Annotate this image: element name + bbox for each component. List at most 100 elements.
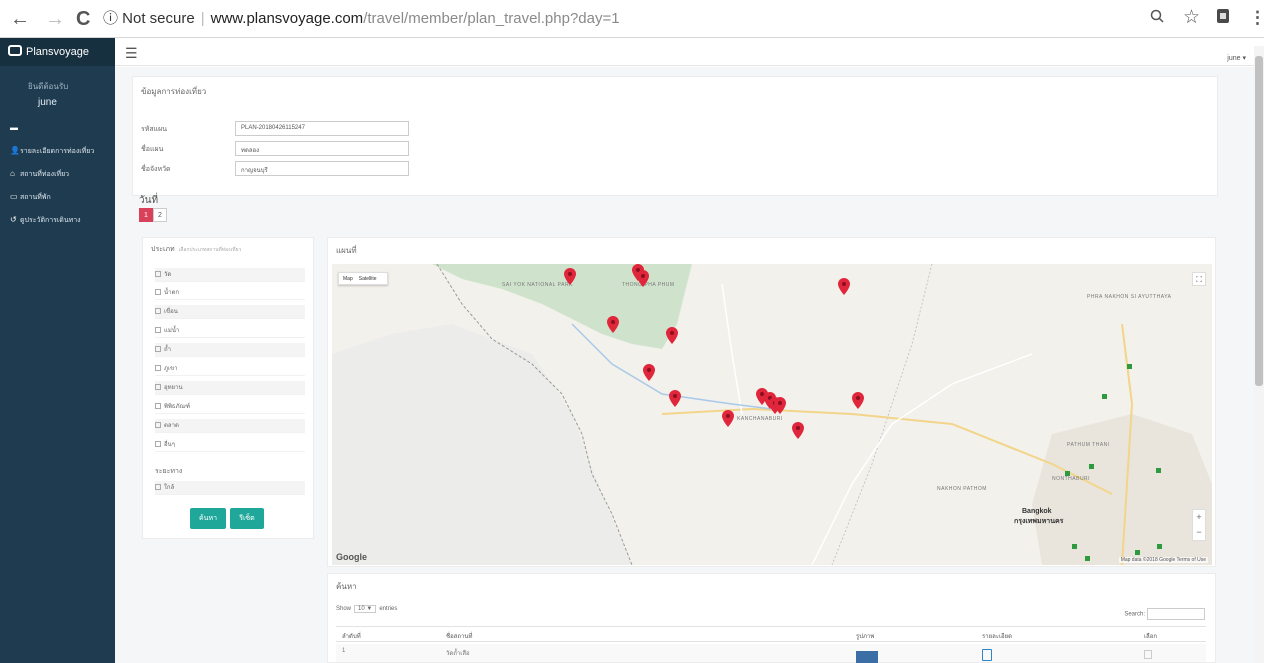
map-type-map[interactable]: Map <box>343 276 353 282</box>
column-header[interactable]: รูปภาพ <box>856 631 874 641</box>
search-button[interactable]: ค้นหา <box>190 508 226 529</box>
category-checkbox[interactable]: ภูเขา <box>155 362 305 376</box>
map-marker-icon[interactable] <box>774 397 786 414</box>
show-suffix: entries <box>379 606 398 612</box>
sidebar-item-attractions[interactable]: ⌂ สถานที่ท่องเที่ยว <box>0 162 115 185</box>
poi-marker-icon[interactable] <box>1102 394 1107 399</box>
map-marker-icon[interactable] <box>669 390 681 407</box>
zoom-control[interactable]: + − <box>1192 509 1206 541</box>
security-indicator[interactable]: ⓘ Not secure <box>103 10 195 27</box>
sidebar-item-trip-details[interactable]: 👤รายละเอียดการท่องเที่ยว <box>0 139 115 162</box>
poi-marker-icon[interactable] <box>1072 544 1077 549</box>
poi-marker-icon[interactable] <box>1065 471 1070 476</box>
sidebar-item-collapse[interactable]: ▬ <box>0 116 115 139</box>
checkbox-icon[interactable] <box>155 441 161 447</box>
sidebar-item-label: สถานที่ท่องเที่ยว <box>20 171 70 178</box>
map-marker-icon[interactable] <box>852 392 864 409</box>
zoom-in-icon[interactable]: + <box>1193 510 1205 525</box>
map-marker-icon[interactable] <box>666 327 678 344</box>
table-search: Search: <box>1124 608 1205 620</box>
map-marker-icon[interactable] <box>792 422 804 439</box>
entries-select[interactable]: 10 ▼ <box>354 605 377 613</box>
star-icon[interactable]: ☆ <box>1183 6 1200 29</box>
content-header: ☰ june ▾ <box>115 38 1264 66</box>
poi-marker-icon[interactable] <box>1089 464 1094 469</box>
checkbox-icon[interactable] <box>155 271 161 277</box>
category-checkbox[interactable]: พิพิธภัณฑ์ <box>155 400 305 414</box>
user-name: june <box>38 97 57 108</box>
poi-marker-icon[interactable] <box>1127 364 1132 369</box>
address-bar[interactable]: ⓘ Not secure | www.plansvoyage.com/travel/… <box>103 6 1203 32</box>
category-checkbox[interactable]: น้ำตก <box>155 286 305 300</box>
poi-marker-icon[interactable] <box>1085 556 1090 561</box>
document-icon[interactable] <box>982 649 992 661</box>
reset-button[interactable]: รีเซ็ต <box>230 508 264 529</box>
map-type-satellite[interactable]: Satellite <box>359 276 377 282</box>
place-thumbnail[interactable] <box>856 651 878 663</box>
plan-name-field[interactable]: ทดลอง <box>235 141 409 156</box>
map-marker-icon[interactable] <box>564 268 576 285</box>
map-label: PATHUM THANI <box>1067 442 1110 448</box>
poi-marker-icon[interactable] <box>1157 544 1162 549</box>
checkbox-icon[interactable] <box>155 365 161 371</box>
fullscreen-icon[interactable]: ⛶ <box>1192 272 1206 286</box>
category-label: พิพิธภัณฑ์ <box>164 404 191 410</box>
sidebar-item-accommodation[interactable]: ▭ สถานที่พัก <box>0 185 115 208</box>
kebab-icon[interactable]: ⋮ <box>1249 8 1264 28</box>
back-arrow-icon[interactable]: ← <box>10 8 30 31</box>
column-header[interactable]: รายละเอียด <box>982 631 1012 641</box>
reload-icon[interactable]: C <box>76 8 90 31</box>
map-marker-icon[interactable] <box>637 270 649 287</box>
google-logo[interactable]: Google <box>336 552 367 562</box>
map-attribution[interactable]: Map data ©2018 Google Terms of Use <box>1118 557 1208 563</box>
distance-option[interactable]: ใกล้ <box>155 481 305 495</box>
category-checkbox[interactable]: แม่น้ำ <box>155 324 305 338</box>
checkbox-icon[interactable] <box>155 422 161 428</box>
category-checkbox[interactable]: วัด <box>155 268 305 282</box>
column-header[interactable]: ลำดับที่ <box>342 631 361 641</box>
checkbox-icon[interactable] <box>155 346 161 352</box>
day-button-2[interactable]: 2 <box>153 208 167 222</box>
map-marker-icon[interactable] <box>607 316 619 333</box>
province-field[interactable]: กาญจนบุรี <box>235 161 409 176</box>
search-icon[interactable] <box>1150 8 1164 28</box>
extension-icon[interactable] <box>1216 8 1230 29</box>
google-map[interactable]: Map Satellite ⛶ + − SAI YOK NATIONAL PARK … <box>332 264 1212 565</box>
map-label: NONTHABURI <box>1052 476 1091 482</box>
poi-marker-icon[interactable] <box>1156 468 1161 473</box>
brand-logo[interactable]: Plansvoyage <box>0 38 115 66</box>
hamburger-icon[interactable]: ☰ <box>125 45 138 62</box>
category-checkbox[interactable]: ถ้ำ <box>155 343 305 357</box>
category-checkbox[interactable]: อื่นๆ <box>155 438 305 452</box>
day-button-1[interactable]: 1 <box>139 208 153 222</box>
table-row[interactable]: 1 วัดถ้ำเสือ <box>336 644 1206 663</box>
map-title: แผนที่ <box>336 246 357 255</box>
checkbox-icon[interactable] <box>155 327 161 333</box>
poi-marker-icon[interactable] <box>1135 550 1140 555</box>
map-panel: แผนที่ Map Satellite ⛶ + − SAI YOK NATIO… <box>327 237 1216 567</box>
category-checkbox[interactable]: อุทยาน <box>155 381 305 395</box>
checkbox-icon[interactable] <box>155 484 161 490</box>
map-marker-icon[interactable] <box>838 278 850 295</box>
category-checkbox[interactable]: ตลาด <box>155 419 305 433</box>
forward-arrow-icon[interactable]: → <box>45 8 65 31</box>
zoom-out-icon[interactable]: − <box>1193 525 1205 540</box>
map-type-control[interactable]: Map Satellite <box>338 272 388 285</box>
plan-code-field[interactable]: PLAN-20180426115247 <box>235 121 409 136</box>
column-header[interactable]: ชื่อสถานที่ <box>446 631 472 641</box>
checkbox-icon[interactable] <box>155 403 161 409</box>
category-checkbox[interactable]: เขื่อน <box>155 305 305 319</box>
checkbox-icon[interactable] <box>155 308 161 314</box>
checkbox-icon[interactable] <box>155 289 161 295</box>
column-header[interactable]: เลือก <box>1144 631 1157 641</box>
sidebar-item-history[interactable]: ↺ ดูประวัติการเดินทาง <box>0 208 115 231</box>
checkbox-icon[interactable] <box>155 384 161 390</box>
map-marker-icon[interactable] <box>643 364 655 381</box>
map-label: SAI YOK NATIONAL PARK <box>502 282 573 288</box>
scrollbar-thumb[interactable] <box>1255 56 1263 386</box>
map-marker-icon[interactable] <box>722 410 734 427</box>
user-menu[interactable]: june ▾ <box>1227 54 1246 62</box>
table-search-input[interactable] <box>1147 608 1205 620</box>
select-checkbox-icon[interactable] <box>1144 650 1152 659</box>
category-label: วัด <box>164 272 172 278</box>
